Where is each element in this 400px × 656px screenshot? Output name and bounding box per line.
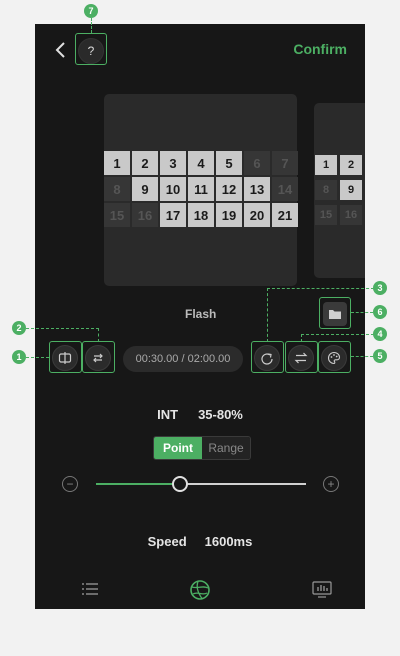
pattern-cell[interactable]: 4 <box>188 151 214 175</box>
pattern-cell[interactable]: 21 <box>272 203 298 227</box>
pattern-cell[interactable]: 12 <box>216 177 242 201</box>
chevron-left-icon <box>55 42 65 58</box>
nav-list-button[interactable] <box>81 582 99 601</box>
nav-music-button[interactable] <box>312 581 332 603</box>
pattern-cell[interactable]: 17 <box>160 203 186 227</box>
pattern-cell[interactable]: 3 <box>160 151 186 175</box>
next-pattern-cell[interactable]: 1 <box>315 155 337 175</box>
mode-toggle: Point Range <box>153 436 251 460</box>
pattern-cell[interactable]: 16 <box>132 203 158 227</box>
pattern-cell[interactable]: 5 <box>216 151 242 175</box>
connector-1 <box>26 357 49 358</box>
time-display: 00:30.00 / 02:00.00 <box>123 346 243 372</box>
highlight-3 <box>251 341 284 373</box>
music-equalizer-icon <box>312 581 332 598</box>
pattern-cell[interactable]: 13 <box>244 177 270 201</box>
minus-icon: − <box>66 477 74 491</box>
connector-5 <box>351 356 373 357</box>
slider-fill <box>96 483 180 485</box>
highlight-2 <box>82 341 115 373</box>
pattern-cell[interactable]: 19 <box>216 203 242 227</box>
pattern-cell[interactable]: 2 <box>132 151 158 175</box>
decrease-button[interactable]: − <box>62 476 78 492</box>
callout-7: 7 <box>84 4 98 18</box>
pattern-cell[interactable]: 11 <box>188 177 214 201</box>
confirm-button[interactable]: Confirm <box>293 41 347 57</box>
callout-3: 3 <box>373 281 387 295</box>
pattern-cell[interactable]: 14 <box>272 177 298 201</box>
speed-label: Speed <box>147 534 187 549</box>
next-pattern-cell[interactable]: 8 <box>315 180 337 200</box>
mode-range-option[interactable]: Range <box>202 437 250 459</box>
next-pattern-cell[interactable]: 16 <box>340 205 362 225</box>
next-pattern-cell[interactable]: 2 <box>340 155 362 175</box>
pattern-cell[interactable]: 8 <box>104 177 130 201</box>
speed-value: 1600ms <box>204 534 253 549</box>
connector-7 <box>91 18 92 33</box>
pattern-cell[interactable]: 1 <box>104 151 130 175</box>
pattern-cell[interactable]: 20 <box>244 203 270 227</box>
time-text: 00:30.00 / 02:00.00 <box>135 353 231 365</box>
list-icon <box>82 583 98 595</box>
pattern-caption: Flash <box>185 307 217 321</box>
connector-2 <box>26 328 99 342</box>
intensity-row: INT 35-80% <box>35 407 365 422</box>
slider-thumb[interactable] <box>172 476 188 492</box>
highlight-4 <box>285 341 318 373</box>
highlight-5 <box>318 341 351 373</box>
effect-globe-icon <box>190 580 210 600</box>
next-pattern-grid: 1 2 8 9 15 16 <box>315 155 362 225</box>
pattern-cell[interactable]: 7 <box>272 151 298 175</box>
pattern-grid: 1 2 3 4 5 6 7 8 9 10 11 12 13 14 15 16 17 18 19 20 21 <box>104 151 298 227</box>
plus-icon: + <box>327 477 335 491</box>
increase-button[interactable]: + <box>323 476 339 492</box>
connector-6 <box>351 312 373 313</box>
pattern-cell[interactable]: 18 <box>188 203 214 227</box>
pattern-cell[interactable]: 9 <box>132 177 158 201</box>
callout-1: 1 <box>12 350 26 364</box>
next-pattern-cell[interactable]: 15 <box>315 205 337 225</box>
callout-4: 4 <box>373 327 387 341</box>
callout-2: 2 <box>12 321 26 335</box>
intensity-value: 35-80% <box>198 407 243 422</box>
intensity-label: INT <box>157 407 179 422</box>
nav-effect-button[interactable] <box>189 579 211 606</box>
callout-5: 5 <box>373 349 387 363</box>
highlight-1 <box>49 341 82 373</box>
highlight-7 <box>75 33 107 65</box>
callout-6: 6 <box>373 305 387 319</box>
back-button[interactable] <box>49 38 73 62</box>
pattern-cell[interactable]: 6 <box>244 151 270 175</box>
intensity-slider[interactable] <box>96 476 306 492</box>
speed-row: Speed 1600ms <box>35 534 365 549</box>
pattern-cell[interactable]: 15 <box>104 203 130 227</box>
pattern-cell[interactable]: 10 <box>160 177 186 201</box>
next-pattern-cell[interactable]: 9 <box>340 180 362 200</box>
mode-point-option[interactable]: Point <box>154 437 202 459</box>
connector-4 <box>301 334 374 342</box>
